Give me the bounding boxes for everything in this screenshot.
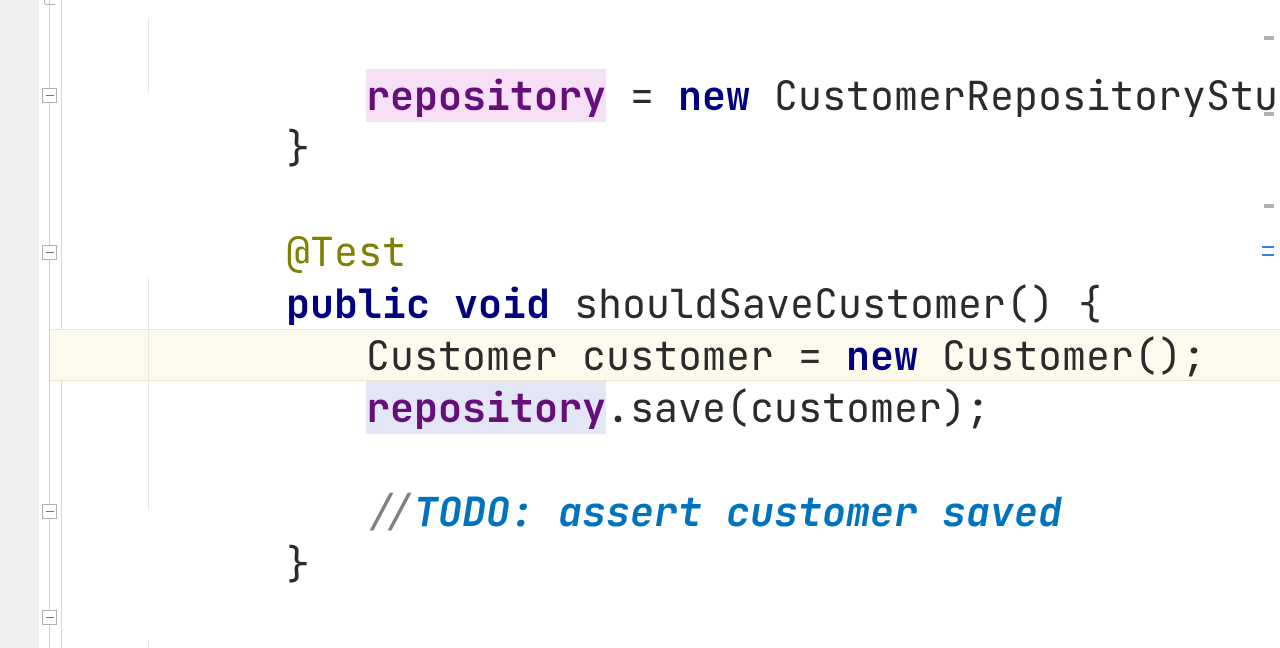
code-editor[interactable]: repository = new CustomerRepositoryStub(… [0, 0, 1280, 648]
keyword: new [678, 69, 750, 122]
code-line[interactable]: @Test [142, 174, 406, 226]
code-area[interactable]: repository = new CustomerRepositoryStub(… [62, 0, 1260, 648]
fold-end-icon[interactable] [44, 0, 55, 5]
code-line[interactable]: Customer customer = new Customer(); [222, 278, 1206, 330]
field-reference: repository [366, 69, 606, 122]
type-reference: CustomerRepositoryStub() [774, 69, 1280, 122]
stripe-marker[interactable] [1264, 204, 1274, 208]
fold-gutter [39, 0, 62, 648]
stripe-marker[interactable] [1264, 112, 1274, 116]
keyword: class [646, 641, 766, 648]
code-line[interactable]: private static class CustomerRepositoryS… [142, 590, 1280, 642]
keyword: private [286, 641, 454, 648]
stripe-caret-marker[interactable] [1262, 254, 1274, 256]
fold-toggle-icon[interactable] [42, 245, 57, 260]
fold-toggle-icon[interactable] [42, 88, 57, 103]
fold-toggle-icon[interactable] [42, 504, 57, 519]
stripe-caret-marker[interactable] [1262, 246, 1274, 248]
brace: } [286, 121, 310, 174]
class-name: CustomerRepositoryStub [790, 641, 1280, 648]
code-line[interactable]: repository = new CustomerRepositoryStub(… [222, 18, 1280, 70]
code-line[interactable]: public void shouldSaveCustomer() { [142, 226, 1102, 278]
keyword: static [478, 641, 622, 648]
code-line[interactable]: } [142, 70, 310, 122]
field-reference: repository [366, 381, 606, 434]
fold-toggle-icon[interactable] [42, 610, 57, 625]
code-line[interactable]: //TODO: assert customer saved [222, 434, 1062, 486]
todo-comment: TODO: assert customer saved [414, 485, 1062, 538]
code-line[interactable]: repository.save(customer); [222, 330, 990, 382]
code-line[interactable]: } [142, 486, 310, 538]
error-stripe[interactable] [1262, 0, 1274, 648]
method-call: save [630, 381, 726, 434]
argument: customer [750, 381, 942, 434]
line-number-gutter [0, 0, 40, 648]
comment-marker: // [366, 485, 414, 538]
stripe-marker[interactable] [1264, 36, 1274, 40]
brace: } [286, 537, 310, 590]
